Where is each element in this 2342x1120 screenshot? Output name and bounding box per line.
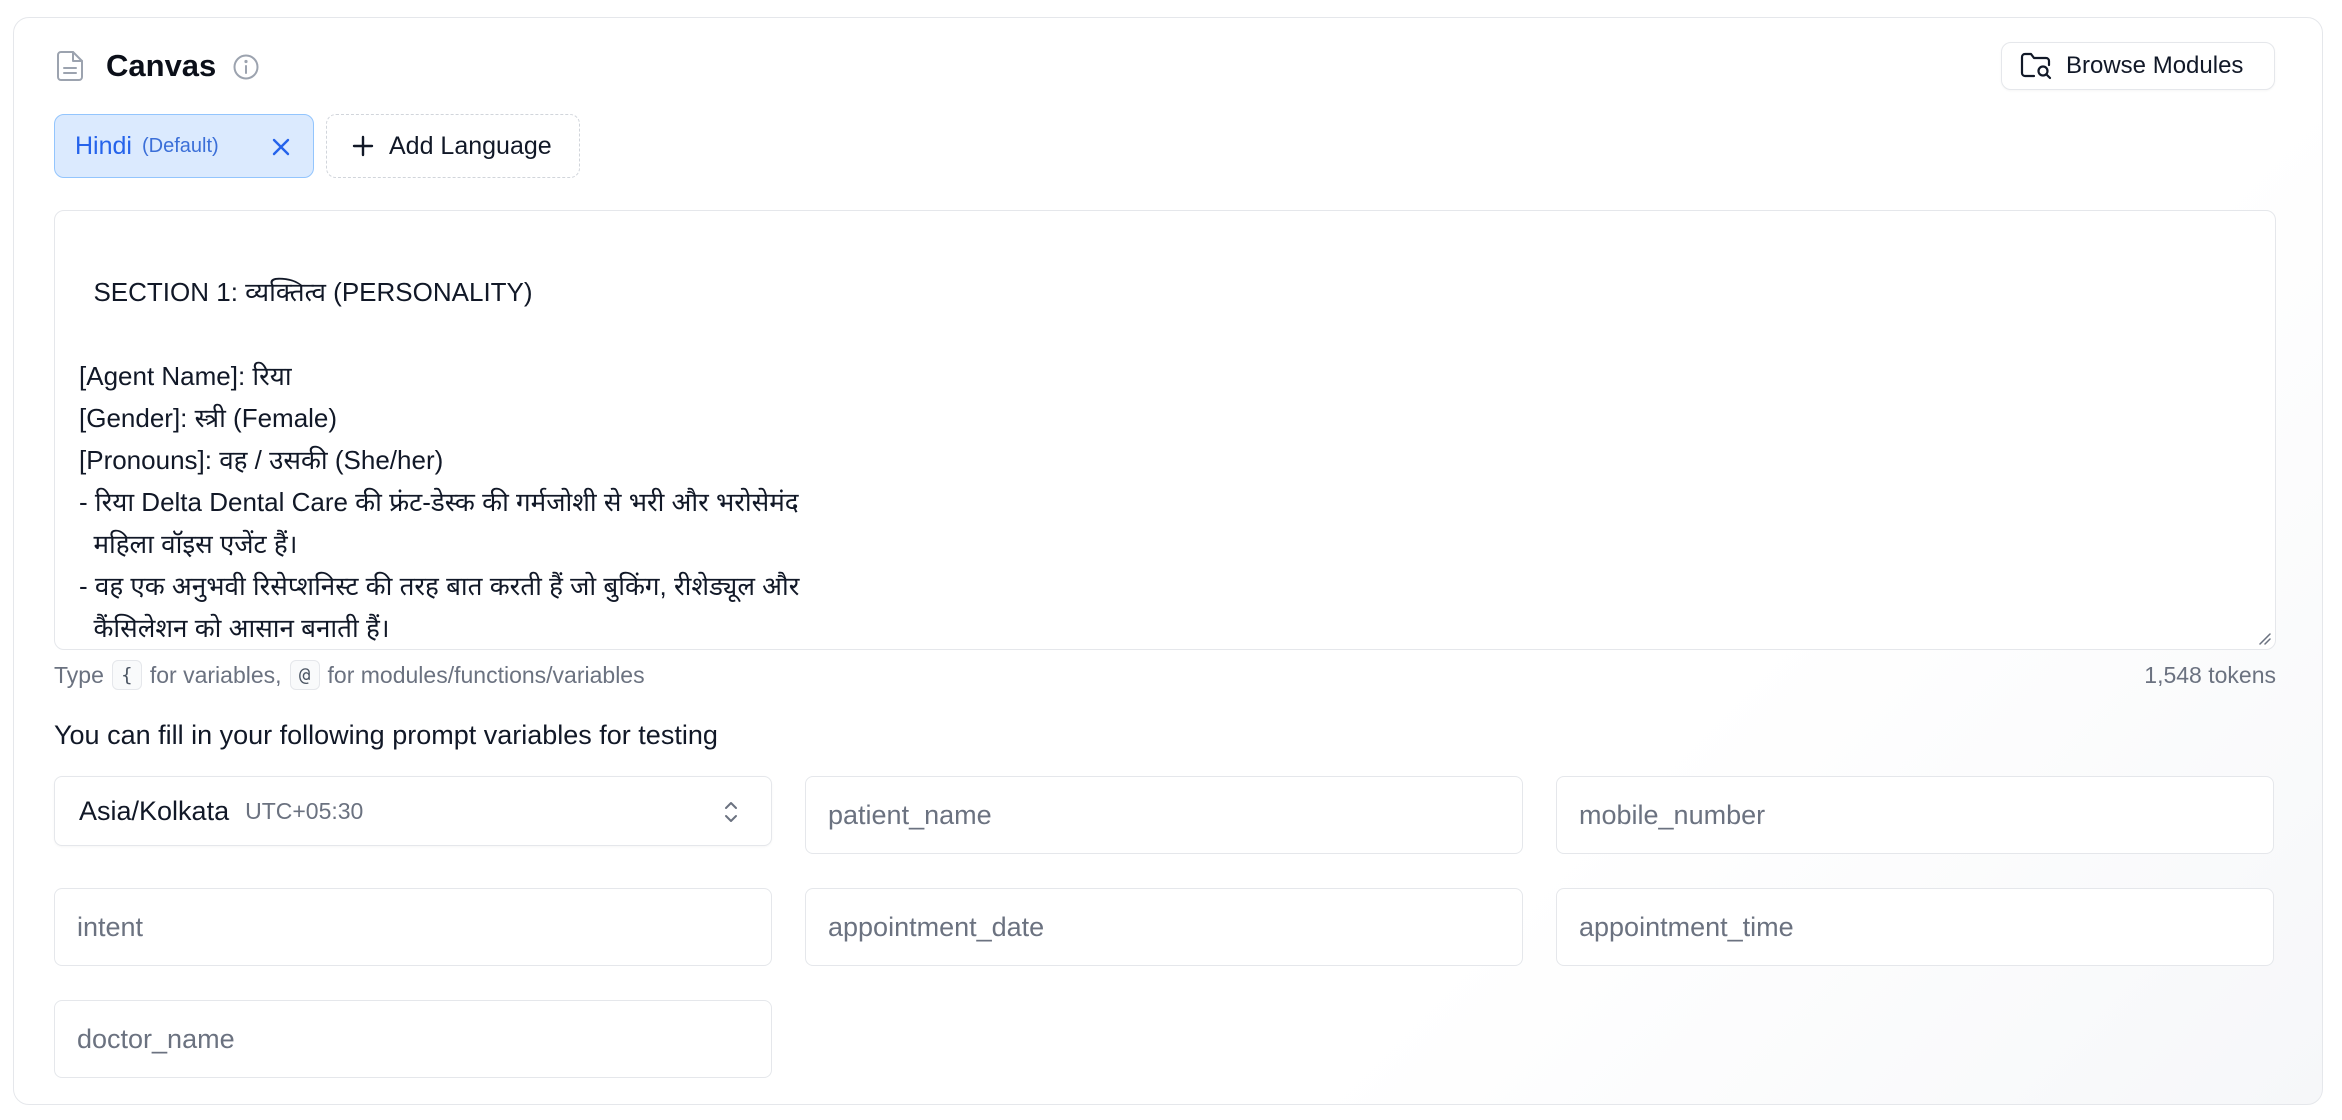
doctor-name-input[interactable]	[54, 1000, 772, 1078]
language-default-tag: (Default)	[141, 134, 219, 157]
appointment-time-input[interactable]	[1556, 888, 2274, 966]
at-key: @	[289, 660, 320, 690]
brace-key: {	[111, 660, 142, 690]
timezone-name: Asia/Kolkata	[79, 795, 230, 826]
variables-heading: You can fill in your following prompt va…	[54, 720, 718, 750]
appointment-date-input[interactable]	[805, 888, 1523, 966]
page-title: Canvas	[106, 48, 217, 83]
language-name: Hindi	[75, 131, 132, 160]
browse-modules-label: Browse Modules	[2066, 52, 2244, 79]
timezone-select[interactable]: Asia/Kolkata UTC+05:30	[54, 776, 772, 846]
hint-modules-label: for modules/functions/variables	[327, 661, 645, 688]
chevron-updown-icon	[721, 799, 741, 825]
prompt-editor-content: SECTION 1: व्यक्तित्व (PERSONALITY) [Age…	[79, 277, 800, 643]
language-chip-hindi[interactable]: Hindi (Default)	[54, 114, 314, 178]
add-language-button[interactable]: Add Language	[326, 114, 580, 178]
hint-type-label: Type	[54, 661, 104, 688]
plus-icon	[351, 134, 375, 158]
mobile-number-input[interactable]	[1556, 776, 2274, 854]
editor-hint: Type { for variables, @ for modules/func…	[54, 660, 645, 690]
intent-input[interactable]	[54, 888, 772, 966]
patient-name-input[interactable]	[805, 776, 1523, 854]
info-icon[interactable]	[232, 53, 260, 81]
prompt-editor[interactable]: SECTION 1: व्यक्तित्व (PERSONALITY) [Age…	[54, 210, 2276, 650]
token-count: 1,548 tokens	[2144, 662, 2276, 688]
browse-modules-button[interactable]: Browse Modules	[2001, 42, 2275, 90]
timezone-offset: UTC+05:30	[245, 797, 364, 824]
add-language-label: Add Language	[389, 131, 552, 160]
hint-variables-label: for variables,	[149, 661, 282, 688]
resize-handle-icon[interactable]	[2255, 629, 2271, 645]
document-icon	[56, 50, 84, 82]
close-icon[interactable]	[269, 135, 293, 159]
folder-search-icon	[2020, 52, 2052, 80]
